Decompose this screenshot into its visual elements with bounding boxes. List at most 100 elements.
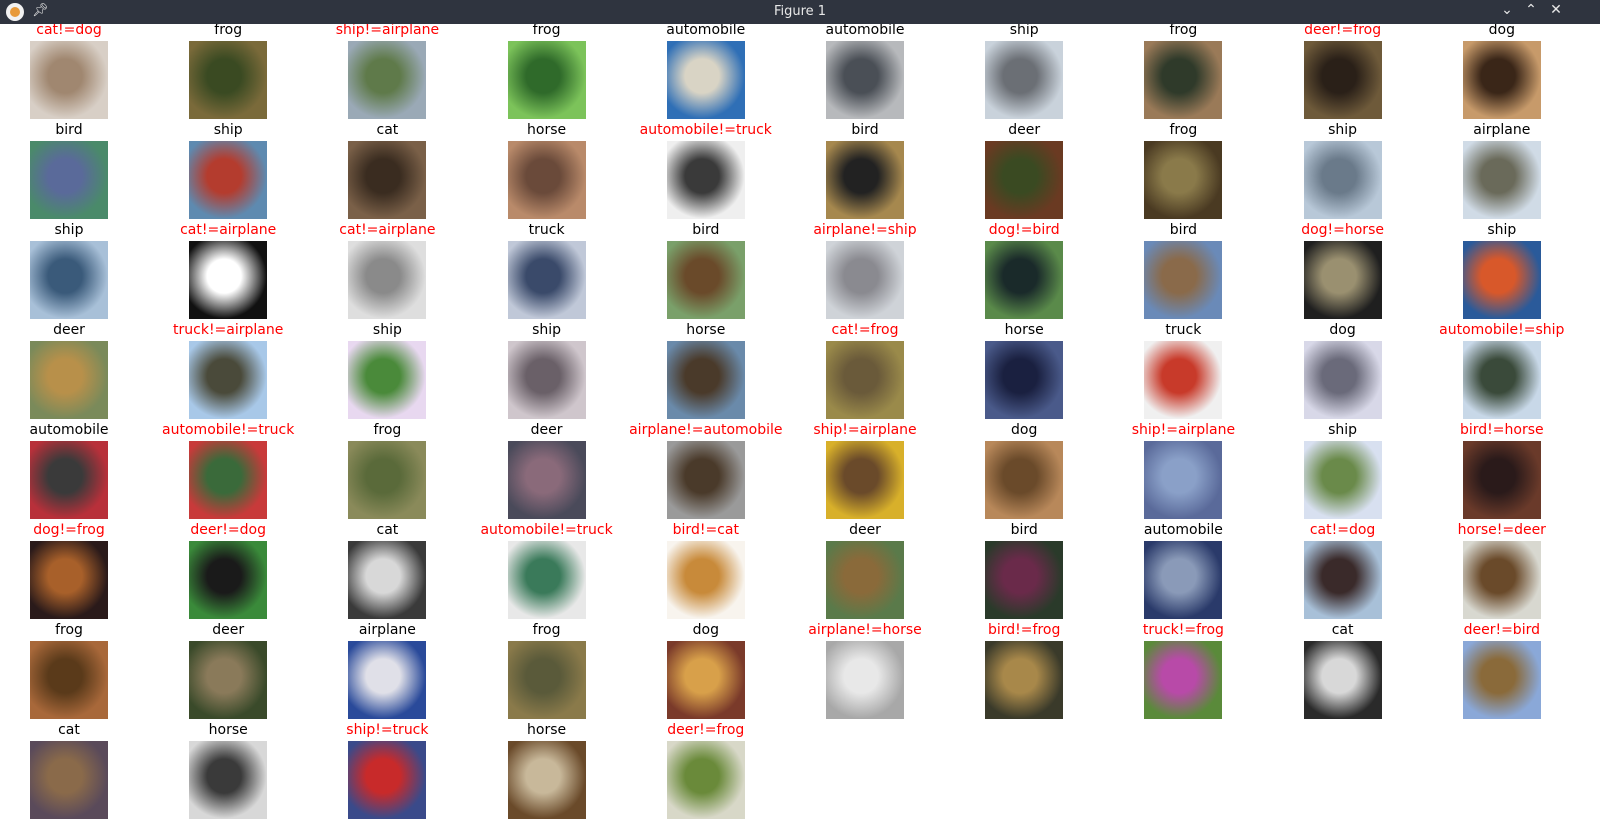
- cifar-image-thumbnail: [507, 441, 586, 519]
- minimize-icon[interactable]: ⌄: [1498, 2, 1516, 18]
- cifar-image-thumbnail: [1144, 141, 1223, 219]
- cifar-image-thumbnail: [30, 641, 108, 719]
- cifar-image-thumbnail: [826, 441, 904, 519]
- cifar-image-thumbnail: [826, 341, 904, 419]
- prediction-label: automobile: [29, 422, 109, 438]
- prediction-cell: deer!=bird: [1433, 622, 1593, 724]
- prediction-cell: deer!=frog: [1274, 24, 1434, 124]
- cifar-image-thumbnail: [826, 641, 904, 719]
- prediction-label: deer: [849, 522, 881, 538]
- prediction-label: frog: [373, 422, 402, 438]
- cifar-image-thumbnail: [1303, 641, 1382, 719]
- cifar-image-thumbnail: [348, 241, 427, 319]
- prediction-cell: automobile!=ship: [1433, 322, 1593, 424]
- prediction-label: ship: [1328, 422, 1358, 438]
- prediction-cell: ship: [1274, 422, 1434, 524]
- cifar-image-thumbnail: [348, 741, 427, 819]
- prediction-label: bird!=frog: [988, 622, 1061, 638]
- prediction-cell: automobile: [796, 24, 956, 124]
- prediction-label: deer: [530, 422, 563, 438]
- prediction-cell: bird: [796, 122, 956, 224]
- prediction-label: bird: [692, 222, 720, 238]
- close-icon[interactable]: ✕: [1547, 2, 1565, 18]
- prediction-label: bird: [1010, 522, 1038, 538]
- cifar-image-thumbnail: [1462, 141, 1541, 219]
- cifar-image-thumbnail: [1462, 541, 1541, 619]
- maximize-icon[interactable]: ⌃: [1522, 2, 1540, 18]
- prediction-cell: horse: [159, 722, 319, 824]
- cifar-image-thumbnail: [507, 241, 586, 319]
- cifar-image-thumbnail: [507, 641, 586, 719]
- prediction-label: ship: [372, 322, 402, 338]
- prediction-label: deer: [1008, 122, 1041, 138]
- cifar-image-thumbnail: [666, 241, 745, 319]
- window-titlebar: 📌︎ Figure 1 ⌄ ⌃ ✕: [0, 0, 1600, 24]
- prediction-cell: ship: [955, 24, 1115, 124]
- prediction-label: ship: [54, 222, 84, 238]
- prediction-label: cat: [376, 122, 399, 138]
- prediction-cell: horse: [955, 322, 1115, 424]
- prediction-label: ship: [532, 322, 562, 338]
- prediction-cell: horse: [478, 122, 638, 224]
- prediction-label: deer!=frog: [667, 722, 745, 738]
- prediction-cell: cat: [1274, 622, 1434, 724]
- cifar-image-thumbnail: [189, 241, 268, 319]
- prediction-cell: dog: [955, 422, 1115, 524]
- prediction-cell: cat!=dog: [0, 24, 160, 124]
- cifar-image-thumbnail: [1144, 541, 1223, 619]
- cifar-image-thumbnail: [30, 241, 108, 319]
- prediction-label: automobile: [1143, 522, 1223, 538]
- prediction-cell: cat!=airplane: [318, 222, 478, 324]
- prediction-label: dog: [1329, 322, 1356, 338]
- prediction-cell: truck: [478, 222, 638, 324]
- prediction-label: deer!=dog: [190, 522, 266, 538]
- cifar-image-thumbnail: [1144, 41, 1223, 119]
- prediction-cell: ship: [1433, 222, 1593, 324]
- cifar-image-thumbnail: [30, 41, 108, 119]
- prediction-cell: dog: [637, 622, 797, 724]
- prediction-label: cat: [58, 722, 80, 738]
- cifar-image-thumbnail: [30, 541, 108, 619]
- prediction-cell: ship!=airplane: [1114, 422, 1274, 524]
- prediction-label: horse: [527, 722, 567, 738]
- prediction-label: bird!=cat: [672, 522, 739, 538]
- cifar-image-thumbnail: [348, 641, 427, 719]
- prediction-cell: horse: [478, 722, 638, 824]
- cifar-image-thumbnail: [189, 41, 268, 119]
- prediction-label: ship: [1487, 222, 1517, 238]
- prediction-cell: ship!=airplane: [796, 422, 956, 524]
- cifar-image-thumbnail: [1462, 641, 1541, 719]
- prediction-label: horse: [208, 722, 248, 738]
- prediction-cell: automobile!=truck: [159, 422, 319, 524]
- cifar-image-thumbnail: [30, 341, 108, 419]
- cifar-image-thumbnail: [1144, 341, 1223, 419]
- prediction-cell: airplane!=horse: [796, 622, 956, 724]
- prediction-cell: bird: [1114, 222, 1274, 324]
- prediction-label: frog: [214, 24, 243, 38]
- prediction-cell: cat!=dog: [1274, 522, 1434, 624]
- prediction-cell: bird: [637, 222, 797, 324]
- prediction-label: cat: [376, 522, 399, 538]
- figure-canvas: cat!=dog frog ship!=airplane frog automobile…: [0, 24, 1600, 839]
- prediction-label: deer!=frog: [1304, 24, 1382, 38]
- prediction-label: truck!=frog: [1142, 622, 1224, 638]
- prediction-label: bird!=horse: [1459, 422, 1544, 438]
- prediction-cell: airplane!=ship: [796, 222, 956, 324]
- prediction-cell: bird!=frog: [955, 622, 1115, 724]
- prediction-cell: automobile: [637, 24, 797, 124]
- window-title: Figure 1: [773, 4, 827, 19]
- cifar-image-thumbnail: [985, 141, 1064, 219]
- cifar-image-thumbnail: [666, 341, 745, 419]
- cifar-image-thumbnail: [189, 641, 268, 719]
- prediction-cell: frog: [1114, 24, 1274, 124]
- prediction-label: bird: [851, 122, 879, 138]
- prediction-label: airplane!=horse: [808, 622, 922, 638]
- prediction-label: cat!=airplane: [339, 222, 436, 238]
- cifar-image-thumbnail: [826, 541, 904, 619]
- prediction-label: ship: [1009, 24, 1039, 38]
- prediction-label: cat: [1331, 622, 1354, 638]
- prediction-cell: automobile: [1114, 522, 1274, 624]
- prediction-cell: deer: [0, 322, 160, 424]
- cifar-image-thumbnail: [1303, 441, 1382, 519]
- prediction-cell: ship: [318, 322, 478, 424]
